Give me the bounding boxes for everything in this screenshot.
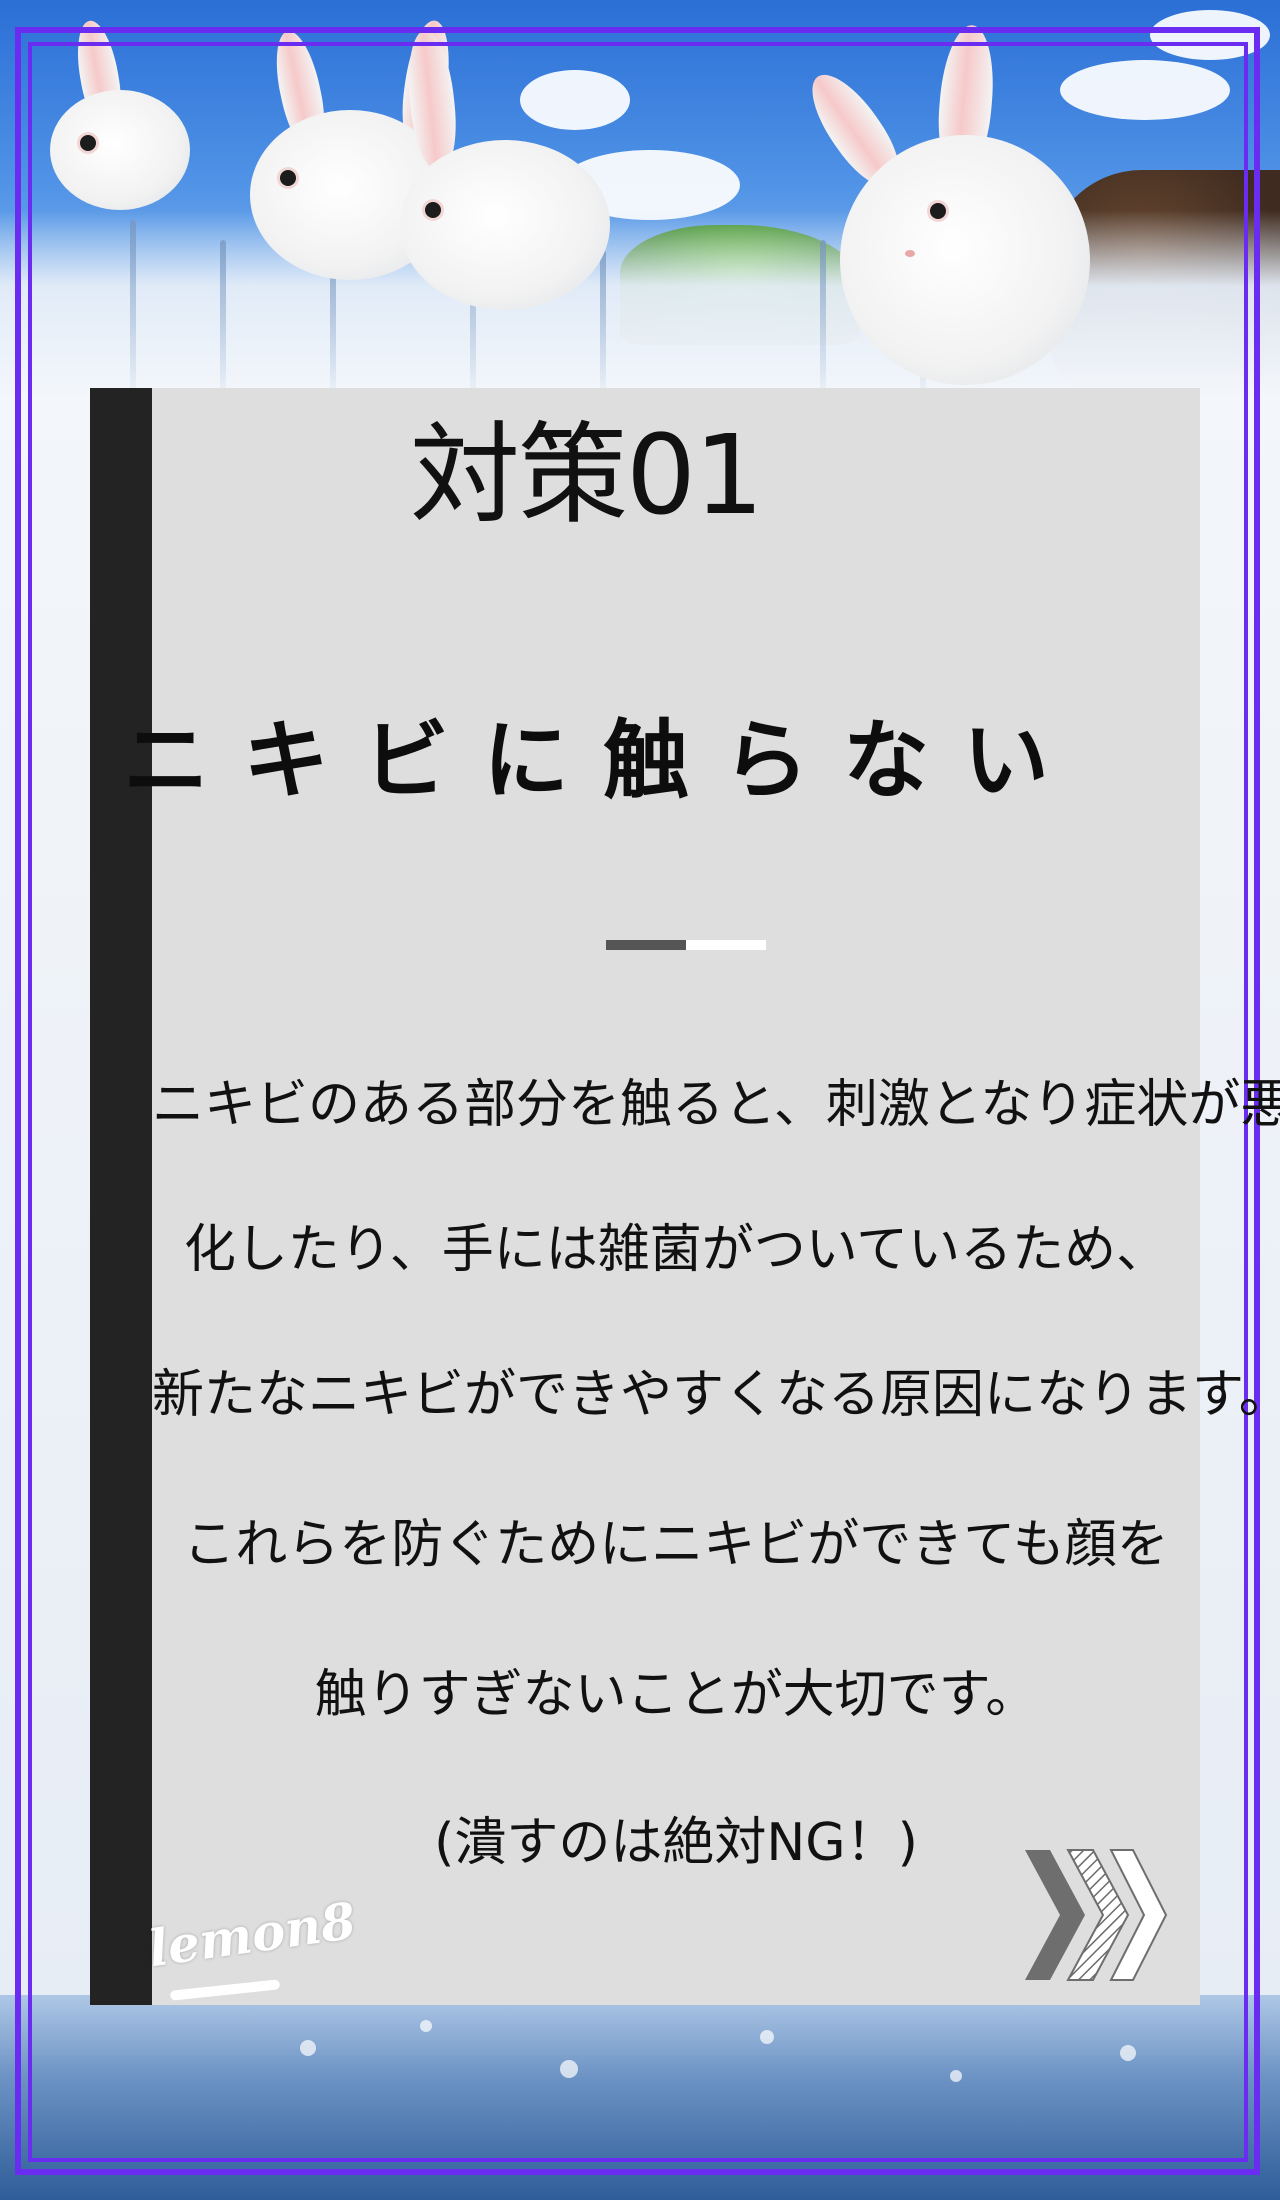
- water-splash: [300, 2040, 316, 2056]
- bunny-eye: [425, 202, 441, 218]
- bunny-eye: [930, 203, 946, 219]
- chevrons-right-icon[interactable]: [1020, 1845, 1170, 1985]
- body-line-4: これらを防ぐためにニキビができても顔を: [183, 1515, 1169, 1575]
- bunny-eye: [80, 135, 96, 151]
- water-splash: [1120, 2045, 1136, 2061]
- bunny-image: [40, 17, 190, 210]
- bunny-nose: [905, 250, 915, 257]
- water-surface: [0, 1995, 1280, 2200]
- card-title: ニキビに触らない: [123, 711, 1083, 811]
- body-line-1: ニキビのある部分を触ると、刺激となり症状が悪: [152, 1075, 1280, 1135]
- bunny-head: [400, 140, 610, 310]
- card-label: 対策01: [410, 411, 764, 539]
- body-line-2: 化したり、手には雑菌がついているため、: [183, 1220, 1169, 1280]
- body-line-3: 新たなニキビができやすくなる原因になります。: [152, 1365, 1280, 1425]
- body-line-5: 触りすぎないことが大切です。: [314, 1665, 1038, 1725]
- card-side-bar: [90, 388, 152, 2005]
- water-splash: [420, 2020, 432, 2032]
- bunny-image: [380, 28, 620, 310]
- title-divider: [606, 940, 766, 950]
- bunny-head: [50, 90, 190, 210]
- water-stream: [130, 220, 136, 390]
- bunny-head: [840, 135, 1090, 385]
- water-stream: [220, 240, 226, 390]
- water-splash: [560, 2060, 578, 2078]
- bunny-eye: [280, 170, 296, 186]
- divider-dark-segment: [606, 940, 686, 950]
- bunny-image: [797, 23, 1170, 385]
- divider-light-segment: [686, 940, 766, 950]
- water-splash: [950, 2070, 962, 2082]
- content-card: [90, 388, 1200, 2005]
- water-splash: [760, 2030, 774, 2044]
